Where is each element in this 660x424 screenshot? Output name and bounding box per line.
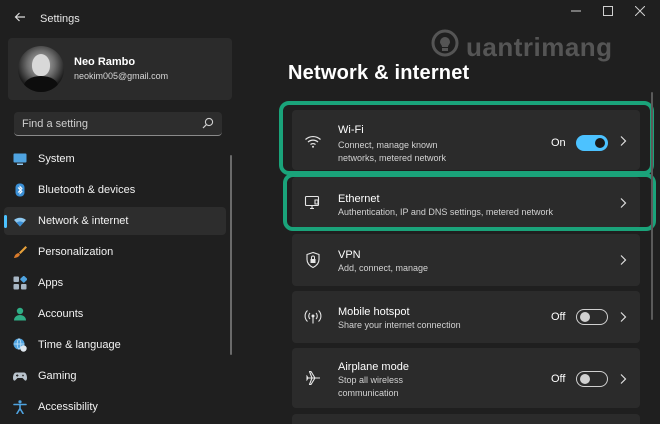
mobile-hotspot-toggle[interactable] [576,309,608,325]
maximize-icon [603,6,613,16]
close-icon [634,5,646,17]
minimize-button[interactable] [566,5,586,21]
sidebar-item-label: Accessibility [38,401,98,413]
sidebar-item-apps[interactable]: Apps [4,269,226,297]
card-title: Wi-Fi [338,124,364,136]
sidebar-item-label: Gaming [38,370,77,382]
maximize-button[interactable] [598,5,618,21]
ethernet-card[interactable]: Ethernet Authentication, IP and DNS sett… [292,177,640,229]
sidebar-item-bluetooth[interactable]: Bluetooth & devices [4,176,226,204]
shield-icon [306,251,320,269]
sidebar-item-label: System [38,153,75,165]
brush-icon [14,246,27,258]
bluetooth-icon [15,183,25,197]
lightbulb-logo-icon [431,29,459,57]
sidebar-item-gaming[interactable]: Gaming [4,362,226,390]
avatar-face [32,54,50,76]
sidebar-item-label: Network & internet [38,215,129,227]
card-description: Add, connect, manage [338,263,429,273]
page-title: Network & internet [288,62,470,84]
toggle-state-label: On [551,137,566,149]
user-profile-card[interactable]: Neo Rambo neokim005@gmail.com [8,38,232,100]
sidebar-item-label: Apps [38,277,64,289]
airplane-mode-card[interactable]: Airplane mode Stop all wireless communic… [292,348,640,408]
avatar-body [24,76,58,92]
hotspot-icon [304,310,322,324]
sidebar-item-accounts[interactable]: Accounts [4,300,226,328]
sidebar-item-label: Personalization [38,246,114,258]
toggle-knob [580,312,590,322]
ethernet-icon [304,195,320,210]
app-title: Settings [40,13,80,25]
sidebar-item-personalization[interactable]: Personalization [4,238,226,266]
globe-clock-icon [13,338,27,352]
user-email: neokim005@gmail.com [74,71,169,81]
mobile-hotspot-card[interactable]: Mobile hotspot Share your internet conne… [292,291,640,343]
back-arrow-icon [14,12,25,22]
accessibility-icon [13,400,27,414]
card-title: Mobile hotspot [338,306,410,318]
sidebar-item-label: Bluetooth & devices [38,184,136,196]
sidebar-item-system[interactable]: System [4,145,226,173]
gamepad-icon [13,372,27,381]
apps-icon [13,276,27,290]
monitor-icon [13,153,27,165]
vpn-card[interactable]: VPN Add, connect, manage [292,234,640,286]
card-title: VPN [338,249,361,261]
chevron-right-icon [620,198,627,208]
toggle-state-label: Off [551,373,566,385]
card-title: Ethernet [338,193,380,205]
sidebar-item-label: Accounts [38,308,84,320]
toggle-knob [595,138,605,148]
back-button[interactable] [10,9,30,29]
sidebar-item-time-language[interactable]: Time & language [4,331,226,359]
toggle-knob [580,374,590,384]
minimize-icon [571,10,581,12]
search-input[interactable] [22,117,202,131]
card-description: Authentication, IP and DNS settings, met… [338,207,553,217]
chevron-right-icon [620,136,627,146]
card-description: Stop all wireless communication [338,375,404,398]
next-card-partial [292,414,640,424]
wifi-icon [14,217,26,227]
search-icon[interactable] [202,117,214,129]
chevron-right-icon [620,374,627,384]
sidebar-item-accessibility[interactable]: Accessibility [4,393,226,421]
search-box[interactable] [14,112,222,136]
watermark-text: uantrimang [466,32,613,62]
card-title: Airplane mode [338,361,409,373]
toggle-state-label: Off [551,311,566,323]
close-button[interactable] [630,5,650,21]
watermark: uantrimang [428,26,658,66]
card-description: Share your internet connection [338,320,461,330]
avatar [18,46,64,92]
main-scrollbar[interactable] [651,92,653,320]
airplane-icon [306,370,320,386]
card-description: Connect, manage known networks, metered … [338,140,447,163]
sidebar-item-network[interactable]: Network & internet [4,207,226,235]
chevron-right-icon [620,255,627,265]
wifi-card[interactable]: Wi-Fi Connect, manage known networks, me… [292,110,640,170]
wifi-icon [305,135,321,148]
sidebar-scrollbar[interactable] [230,155,232,355]
user-name: Neo Rambo [74,56,136,68]
airplane-mode-toggle[interactable] [576,371,608,387]
chevron-right-icon [620,312,627,322]
active-indicator [4,215,7,228]
wifi-toggle[interactable] [576,135,608,151]
sidebar-item-label: Time & language [38,339,121,351]
person-icon [14,307,26,321]
